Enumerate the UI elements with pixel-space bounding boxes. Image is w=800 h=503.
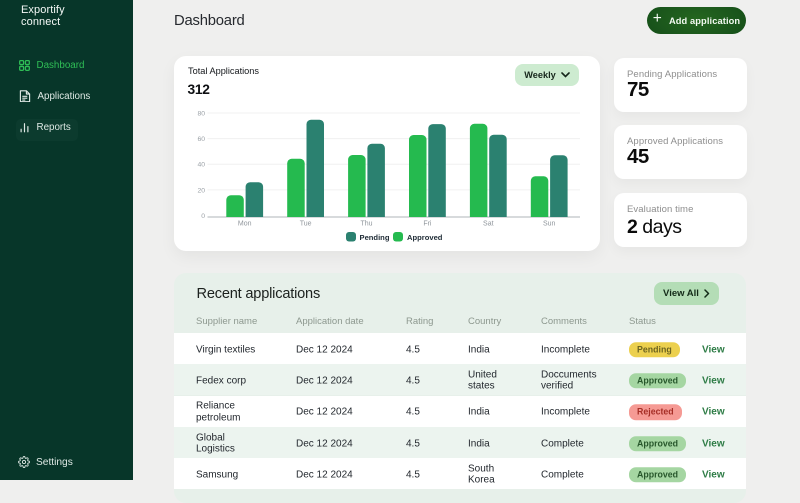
svg-text:Fri: Fri	[423, 221, 432, 228]
svg-text:Approved: Approved	[407, 233, 443, 242]
svg-text:Thu: Thu	[360, 221, 372, 228]
svg-text:20: 20	[197, 187, 205, 194]
svg-text:80: 80	[197, 110, 205, 117]
svg-text:Pending: Pending	[360, 233, 390, 242]
svg-text:Sun: Sun	[543, 221, 556, 228]
svg-text:40: 40	[197, 162, 205, 169]
svg-text:0: 0	[201, 213, 205, 220]
svg-text:60: 60	[197, 136, 205, 143]
svg-text:Sat: Sat	[483, 221, 494, 228]
svg-text:Mon: Mon	[238, 221, 252, 228]
svg-text:Tue: Tue	[300, 221, 312, 228]
